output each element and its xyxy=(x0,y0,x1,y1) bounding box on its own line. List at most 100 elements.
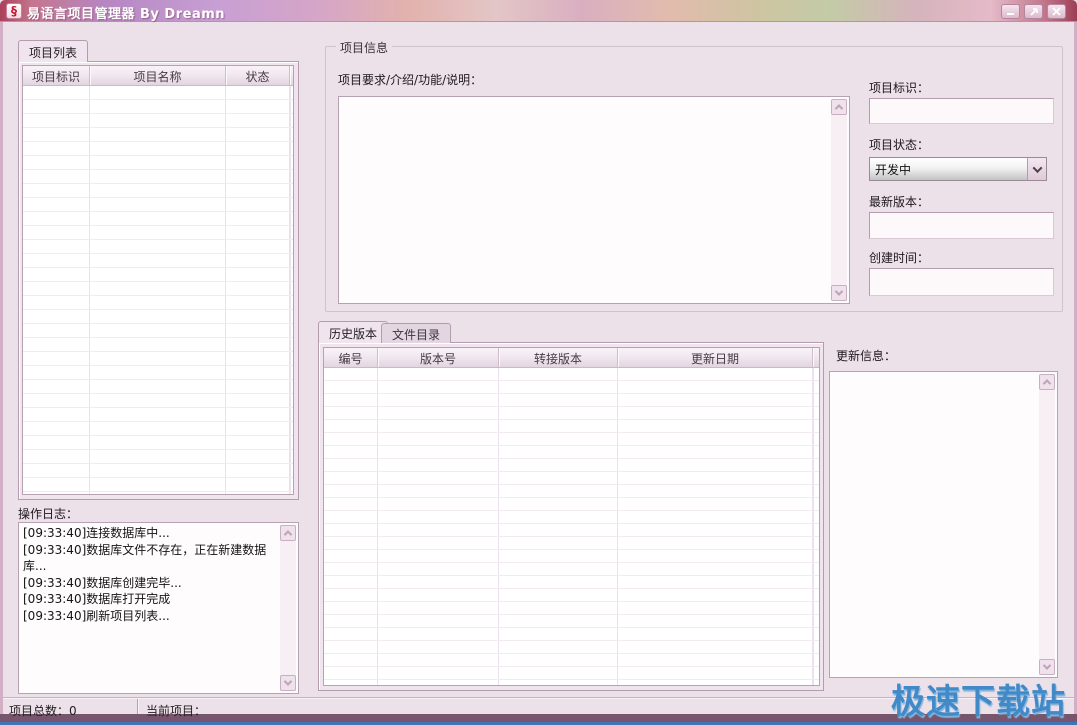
table-row[interactable] xyxy=(23,394,293,408)
table-row[interactable] xyxy=(23,366,293,380)
update-info-scrollbar[interactable] xyxy=(1039,374,1055,675)
table-row[interactable] xyxy=(324,446,819,459)
table-row[interactable] xyxy=(324,394,819,407)
table-row[interactable] xyxy=(23,338,293,352)
table-row[interactable] xyxy=(324,524,819,537)
table-cell xyxy=(290,226,291,239)
table-row[interactable] xyxy=(324,433,819,446)
table-row[interactable] xyxy=(23,198,293,212)
operation-log-scrollbar[interactable] xyxy=(280,525,296,691)
tab-project-list[interactable]: 项目列表 xyxy=(18,40,88,62)
column-header[interactable]: 转接版本 xyxy=(499,348,618,367)
app-icon[interactable]: § xyxy=(6,3,22,19)
column-header[interactable]: 项目名称 xyxy=(90,66,226,85)
log-line: [09:33:40]刷新项目列表... xyxy=(23,608,276,625)
table-row[interactable] xyxy=(324,641,819,654)
project-id-input[interactable] xyxy=(869,98,1054,124)
table-row[interactable] xyxy=(324,628,819,641)
operation-log-box[interactable]: [09:33:40]连接数据库中...[09:33:40]数据库文件不存在，正在… xyxy=(18,522,299,694)
table-row[interactable] xyxy=(23,324,293,338)
tab-history-versions-label: 历史版本 xyxy=(329,327,377,341)
table-row[interactable] xyxy=(23,268,293,282)
version-table[interactable]: 编号版本号转接版本更新日期 xyxy=(323,347,820,686)
maximize-button[interactable] xyxy=(1024,4,1043,19)
table-row[interactable] xyxy=(23,478,293,492)
created-time-input[interactable] xyxy=(869,268,1054,296)
scroll-up-button[interactable] xyxy=(280,525,296,541)
table-cell xyxy=(290,86,291,99)
table-cell xyxy=(499,433,618,445)
table-row[interactable] xyxy=(23,464,293,478)
table-row[interactable] xyxy=(23,100,293,114)
table-row[interactable] xyxy=(23,212,293,226)
project-list-rows[interactable] xyxy=(23,86,293,494)
project-status-select[interactable]: 开发中 xyxy=(869,157,1047,181)
tab-file-directory[interactable]: 文件目录 xyxy=(381,323,451,343)
table-row[interactable] xyxy=(23,380,293,394)
table-row[interactable] xyxy=(324,563,819,576)
table-row[interactable] xyxy=(324,407,819,420)
table-row[interactable] xyxy=(23,310,293,324)
table-row[interactable] xyxy=(324,368,819,381)
table-row[interactable] xyxy=(23,352,293,366)
table-row[interactable] xyxy=(324,537,819,550)
table-row[interactable] xyxy=(324,498,819,511)
table-row[interactable] xyxy=(23,86,293,100)
table-row[interactable] xyxy=(324,615,819,628)
table-row[interactable] xyxy=(23,436,293,450)
column-header[interactable]: 项目标识 xyxy=(23,66,90,85)
scroll-down-button[interactable] xyxy=(1039,659,1055,675)
table-row[interactable] xyxy=(324,576,819,589)
table-row[interactable] xyxy=(23,184,293,198)
table-row[interactable] xyxy=(324,654,819,667)
scroll-up-button[interactable] xyxy=(1039,374,1055,390)
table-row[interactable] xyxy=(23,282,293,296)
table-cell xyxy=(290,310,291,323)
column-header[interactable]: 编号 xyxy=(324,348,378,367)
table-cell xyxy=(290,352,291,365)
table-row[interactable] xyxy=(23,170,293,184)
scroll-up-button[interactable] xyxy=(831,99,847,115)
table-row[interactable] xyxy=(324,459,819,472)
table-row[interactable] xyxy=(23,254,293,268)
project-list-table[interactable]: 项目标识项目名称状态 xyxy=(22,65,294,495)
table-row[interactable] xyxy=(23,296,293,310)
tab-history-versions[interactable]: 历史版本 xyxy=(318,321,388,343)
column-header[interactable]: 更新日期 xyxy=(618,348,813,367)
table-row[interactable] xyxy=(23,142,293,156)
table-row[interactable] xyxy=(324,472,819,485)
column-header[interactable]: 状态 xyxy=(226,66,290,85)
table-row[interactable] xyxy=(23,408,293,422)
table-row[interactable] xyxy=(23,156,293,170)
table-row[interactable] xyxy=(23,450,293,464)
table-row[interactable] xyxy=(23,492,293,494)
table-cell xyxy=(378,420,499,432)
table-row[interactable] xyxy=(23,226,293,240)
column-header[interactable]: 版本号 xyxy=(378,348,499,367)
table-row[interactable] xyxy=(324,680,819,685)
table-row[interactable] xyxy=(23,422,293,436)
table-row[interactable] xyxy=(324,381,819,394)
minimize-button[interactable] xyxy=(1001,4,1020,19)
table-row[interactable] xyxy=(324,589,819,602)
title-bar[interactable]: § 易语言项目管理器 By Dreamn xyxy=(0,0,1077,22)
description-textarea[interactable] xyxy=(338,96,850,304)
table-row[interactable] xyxy=(324,667,819,680)
table-row[interactable] xyxy=(324,602,819,615)
table-row[interactable] xyxy=(324,420,819,433)
description-scrollbar[interactable] xyxy=(831,99,847,301)
table-row[interactable] xyxy=(324,550,819,563)
table-cell xyxy=(618,524,813,536)
update-info-textarea[interactable] xyxy=(829,371,1058,678)
table-row[interactable] xyxy=(324,511,819,524)
latest-version-input[interactable] xyxy=(869,212,1054,239)
table-row[interactable] xyxy=(324,485,819,498)
table-row[interactable] xyxy=(23,128,293,142)
table-row[interactable] xyxy=(23,240,293,254)
scroll-down-button[interactable] xyxy=(831,285,847,301)
close-button[interactable] xyxy=(1047,4,1066,19)
scroll-down-button[interactable] xyxy=(280,675,296,691)
combo-dropdown-button[interactable] xyxy=(1027,158,1046,180)
table-row[interactable] xyxy=(23,114,293,128)
version-table-rows[interactable] xyxy=(324,368,819,685)
